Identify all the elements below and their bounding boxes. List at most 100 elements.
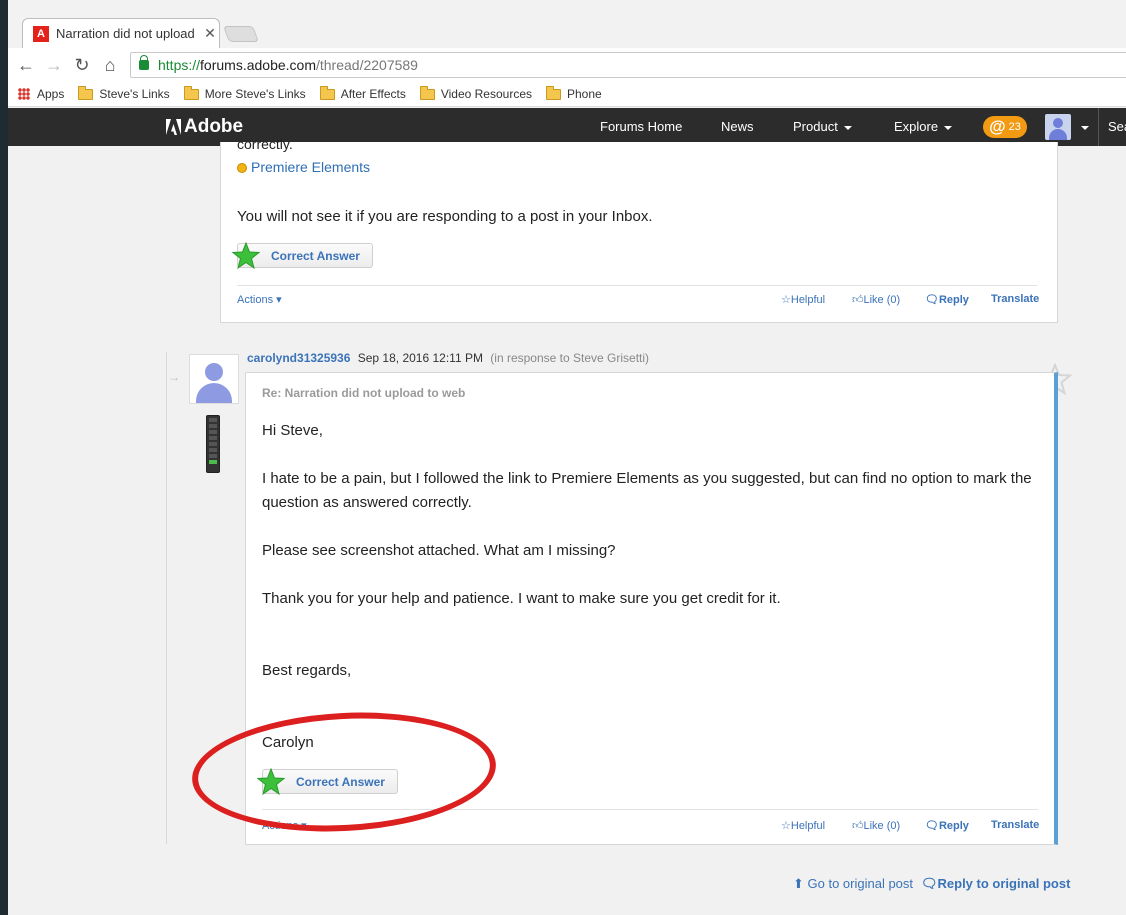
folder-icon xyxy=(183,85,199,100)
tab-title: Narration did not upload xyxy=(56,26,195,41)
folder-icon xyxy=(546,85,561,100)
post-divider xyxy=(237,285,1037,286)
folder-icon xyxy=(78,85,94,100)
bookmark-label: After Effects xyxy=(340,87,406,101)
like-button[interactable]: 👍︎Like (0) xyxy=(852,293,900,306)
browser-tab[interactable]: A Narration did not upload ✕ xyxy=(22,18,220,48)
reply-button[interactable]: 🗨︎Reply xyxy=(925,819,969,832)
author-avatar[interactable] xyxy=(189,354,239,404)
adobe-mark-icon xyxy=(166,119,181,135)
browser-toolbar: ← → ↻ ⌂ https:// forums.adobe.com /threa… xyxy=(8,48,1126,82)
product-link[interactable]: Premiere Elements xyxy=(237,159,370,175)
bookmark-label: Phone xyxy=(567,87,602,101)
mentions-count: 23 xyxy=(1008,121,1021,133)
reply-original-label: Reply to original post xyxy=(937,876,1071,891)
search-link[interactable]: Search xyxy=(1098,108,1126,146)
helpful-label: Helpful xyxy=(790,294,826,306)
reply-to-original-post-link[interactable]: 🗨︎Reply to original post xyxy=(921,876,1070,892)
nav-explore-label: Explore xyxy=(894,119,939,134)
bookmark-more-steves-links[interactable]: More Steve's Links xyxy=(183,85,306,101)
at-sign-icon: @ xyxy=(989,117,1006,136)
actions-label: Actions xyxy=(237,294,274,306)
bookmark-video-resources[interactable]: Video Resources xyxy=(419,85,532,101)
post-greeting: Hi Steve, xyxy=(262,422,323,439)
bookmark-apps[interactable]: Apps xyxy=(8,87,64,101)
browser-tabbar: A Narration did not upload ✕ xyxy=(8,0,1126,48)
author-name-link[interactable]: carolynd31325936 xyxy=(247,351,350,365)
like-label: Like (0) xyxy=(863,820,901,832)
adobe-logo[interactable]: Adobe xyxy=(166,116,243,138)
bookmark-steves-links[interactable]: Steve's Links xyxy=(78,85,170,101)
bookmark-label: More Steve's Links xyxy=(204,87,306,101)
post-body: You will not see it if you are respondin… xyxy=(237,208,653,225)
like-label: Like (0) xyxy=(863,294,901,306)
reply-button[interactable]: 🗨︎Reply xyxy=(925,293,969,306)
post-subject: Re: Narration did not upload to web xyxy=(262,386,466,400)
bookmark-label: Video Resources xyxy=(440,87,532,101)
adobe-favicon-icon: A xyxy=(33,25,49,42)
address-bar[interactable]: https:// forums.adobe.com /thread/220758… xyxy=(130,52,1126,78)
mentions-badge[interactable]: @ 23 xyxy=(983,116,1027,138)
like-button[interactable]: 👍︎Like (0) xyxy=(852,819,900,832)
nav-news[interactable]: News xyxy=(721,119,754,134)
folder-icon xyxy=(319,85,335,100)
back-arrow-icon[interactable]: ← xyxy=(16,55,36,75)
in-response-to[interactable]: (in response to Steve Grisetti) xyxy=(490,351,649,365)
new-tab-button[interactable] xyxy=(223,26,259,42)
bookmark-phone[interactable]: Phone xyxy=(546,85,602,101)
chevron-down-icon xyxy=(843,125,852,130)
reply-label: Reply xyxy=(938,820,969,832)
chevron-down-icon xyxy=(944,125,953,130)
user-menu-chevron-icon[interactable] xyxy=(1081,126,1089,130)
bookmark-label: Steve's Links xyxy=(99,87,170,101)
thread-page: correctly. Premiere Elements You will no… xyxy=(8,136,1126,915)
forward-arrow-icon[interactable]: → xyxy=(44,55,64,75)
user-avatar[interactable] xyxy=(1045,114,1071,140)
nav-product[interactable]: Product xyxy=(793,119,852,134)
post-paragraph-1b: question as answered correctly. xyxy=(262,494,472,511)
green-star-icon xyxy=(232,242,260,270)
translate-button[interactable]: Translate xyxy=(991,293,1039,305)
go-original-label: Go to original post xyxy=(807,876,914,891)
site-header: Adobe Forums Home News Product Explore @… xyxy=(8,108,1126,146)
url-host: forums.adobe.com xyxy=(200,57,316,73)
tab-close-icon[interactable]: ✕ xyxy=(201,25,219,42)
product-link-label: Premiere Elements xyxy=(251,159,371,175)
thread-indent-line xyxy=(166,352,167,844)
desktop-edge xyxy=(0,0,8,915)
status-level-icon xyxy=(206,415,220,473)
lock-icon xyxy=(139,55,149,70)
adobe-wordmark: Adobe xyxy=(184,116,244,137)
bookmark-after-effects[interactable]: After Effects xyxy=(319,85,406,101)
post-paragraph-3: Thank you for your help and patience. I … xyxy=(262,590,781,607)
helpful-button[interactable]: ☆Helpful xyxy=(781,819,825,832)
correct-answer-button[interactable]: Correct Answer xyxy=(232,242,373,270)
reply-post-steve: correctly. Premiere Elements You will no… xyxy=(220,136,1058,323)
post-author-line: carolynd31325936 Sep 18, 2016 12:11 PM (… xyxy=(247,351,649,365)
translate-button[interactable]: Translate xyxy=(991,819,1039,831)
post-paragraph-2: Please see screenshot attached. What am … xyxy=(262,542,616,559)
folder-icon xyxy=(419,85,435,100)
bookmarks-bar: Apps Steve's Links More Steve's Links Af… xyxy=(8,82,1126,107)
go-to-original-post-link[interactable]: ⬆︎ Go to original post xyxy=(793,876,913,892)
post-date: Sep 18, 2016 12:11 PM xyxy=(357,351,483,365)
reload-icon[interactable]: ↻ xyxy=(72,55,92,75)
points-badge-icon xyxy=(237,163,247,174)
actions-menu[interactable]: Actions ▾ xyxy=(237,293,282,306)
helpful-label: Helpful xyxy=(790,820,826,832)
helpful-button[interactable]: ☆Helpful xyxy=(781,293,825,306)
post-closing: Best regards, xyxy=(262,662,352,679)
correct-answer-label: Correct Answer xyxy=(271,248,360,263)
home-icon[interactable]: ⌂ xyxy=(100,55,120,75)
nav-product-label: Product xyxy=(793,119,838,134)
post-paragraph-1a: I hate to be a pain, but I followed the … xyxy=(262,470,1032,487)
apps-grid-icon xyxy=(18,88,30,100)
url-path: /thread/2207589 xyxy=(315,57,418,73)
nav-forums-home[interactable]: Forums Home xyxy=(600,119,682,134)
nav-explore[interactable]: Explore xyxy=(894,119,953,134)
bookmark-label: Apps xyxy=(37,87,65,101)
reply-label: Reply xyxy=(938,294,969,306)
post-text-partial: correctly. xyxy=(237,136,293,152)
reply-arrow-icon: → xyxy=(168,370,180,384)
url-scheme: https:// xyxy=(158,57,201,73)
